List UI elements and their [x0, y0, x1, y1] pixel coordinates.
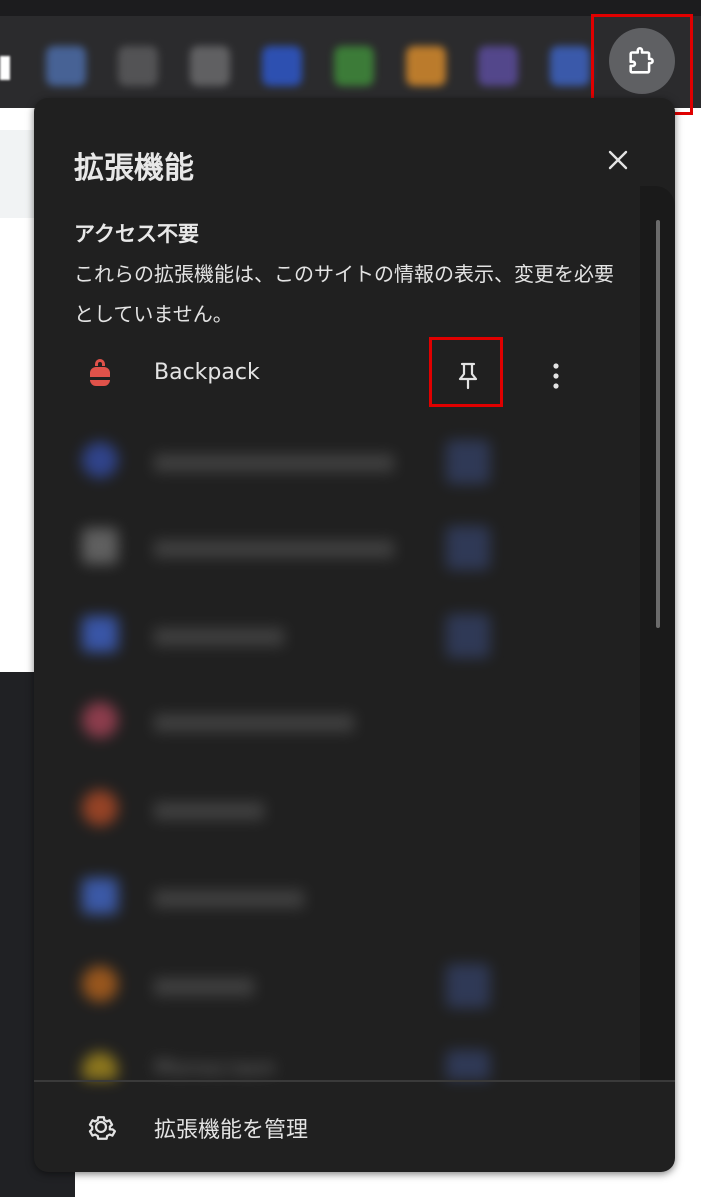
blurred-extension-icon[interactable]	[118, 46, 158, 86]
extension-name	[154, 978, 254, 996]
blurred-extension-icon[interactable]	[262, 46, 302, 86]
scrollbar[interactable]	[656, 220, 660, 628]
blurred-extension-icon[interactable]	[190, 46, 230, 86]
extension-name	[154, 802, 264, 820]
more-options-button[interactable]	[542, 788, 570, 832]
pin-button[interactable]	[446, 876, 490, 920]
pin-button[interactable]	[446, 700, 490, 744]
blurred-extension-icon[interactable]	[550, 46, 590, 86]
extension-name: Monocraon	[154, 1056, 276, 1080]
more-options-button[interactable]	[542, 700, 570, 744]
extension-row[interactable]	[34, 772, 640, 852]
extension-name	[154, 890, 304, 908]
close-icon	[608, 150, 628, 170]
extension-name	[154, 540, 394, 558]
extension-name	[154, 454, 394, 472]
pin-button[interactable]	[446, 614, 490, 658]
highlight-pin-button	[429, 337, 503, 407]
manage-extensions-button[interactable]: 拡張機能を管理	[34, 1082, 675, 1172]
blurred-tab-fragment	[0, 56, 10, 80]
extension-row[interactable]	[34, 684, 640, 764]
extension-row[interactable]: Monocraon	[34, 1034, 640, 1080]
backpack-icon	[90, 359, 110, 386]
blurred-extension-icon	[82, 966, 118, 1002]
more-options-button[interactable]	[542, 964, 570, 1008]
extension-row[interactable]	[34, 860, 640, 940]
pin-button[interactable]	[446, 1050, 490, 1080]
more-options-button[interactable]	[542, 354, 570, 398]
blurred-extension-icon	[82, 878, 118, 914]
more-options-button[interactable]	[542, 1050, 570, 1080]
more-options-button[interactable]	[542, 614, 570, 658]
pin-button[interactable]	[446, 440, 490, 484]
blurred-extension-icon	[82, 702, 118, 738]
panel-title: 拡張機能	[74, 151, 194, 186]
section-heading: アクセス不要	[74, 222, 199, 246]
more-options-button[interactable]	[542, 526, 570, 570]
extension-name	[154, 714, 354, 732]
more-options-button[interactable]	[542, 440, 570, 484]
gear-icon	[88, 1116, 117, 1140]
blurred-extension-icon[interactable]	[46, 46, 86, 86]
more-options-button[interactable]	[542, 876, 570, 920]
blurred-extension-icon	[82, 442, 118, 478]
more-vert-icon	[553, 363, 559, 389]
extensions-panel: 拡張機能 アクセス不要 これらの拡張機能は、このサイトの情報の表示、変更を必要と…	[34, 98, 675, 1172]
blurred-extension-icon[interactable]	[334, 46, 374, 86]
extension-row[interactable]	[34, 510, 640, 590]
close-button[interactable]	[600, 142, 636, 178]
pin-button[interactable]	[446, 526, 490, 570]
section-description: これらの拡張機能は、このサイトの情報の表示、変更を必要としていません。	[74, 262, 614, 326]
blurred-extension-icon	[82, 528, 118, 564]
blurred-extension-icon[interactable]	[478, 46, 518, 86]
manage-extensions-label: 拡張機能を管理	[154, 1118, 309, 1143]
blurred-extension-icon	[82, 1052, 118, 1080]
extension-row[interactable]	[34, 598, 640, 678]
pin-button[interactable]	[446, 788, 490, 832]
blurred-extension-icon[interactable]	[406, 46, 446, 86]
extension-row[interactable]	[34, 948, 640, 1028]
extension-row-backpack[interactable]: Backpack	[34, 338, 640, 418]
blurred-extension-icon	[82, 616, 118, 652]
extension-name	[154, 628, 284, 646]
blurred-extension-icon	[82, 790, 118, 826]
extension-row[interactable]	[34, 424, 640, 504]
pin-button[interactable]	[446, 964, 490, 1008]
extension-name: Backpack	[154, 360, 260, 385]
